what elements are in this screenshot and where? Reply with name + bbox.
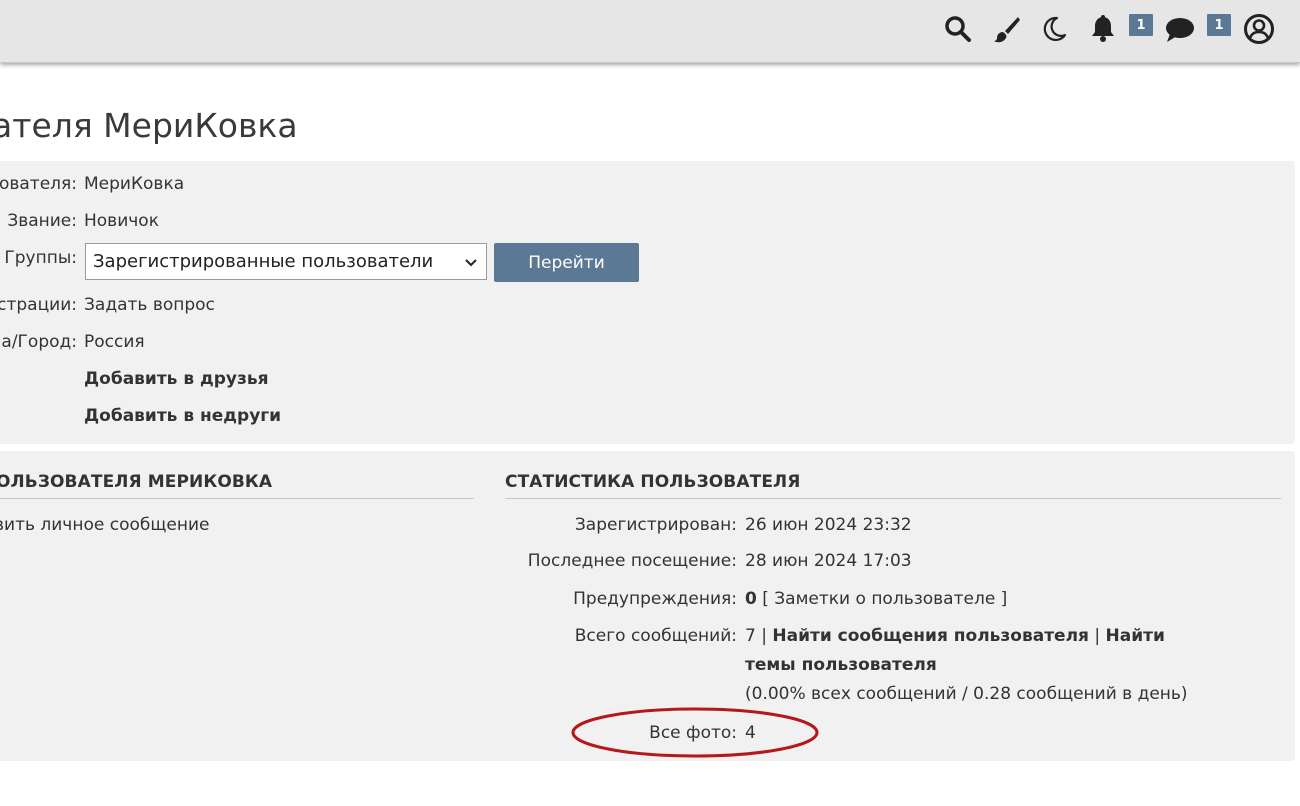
groups-select[interactable]: Зарегистрированные пользователи: [85, 243, 487, 280]
search-icon[interactable]: [942, 13, 974, 45]
brush-icon[interactable]: [990, 13, 1022, 45]
rank-label: Звание:: [7, 211, 77, 231]
groups-select-value: Зарегистрированные пользователи: [93, 251, 434, 272]
find-topics-text[interactable]: темы пользователя: [745, 655, 937, 675]
posts-ratio: (0.00% всех сообщений / 0.28 сообщений в…: [745, 684, 1188, 704]
photos-value[interactable]: 4: [745, 723, 756, 743]
go-button[interactable]: Перейти: [494, 243, 639, 282]
city-value: Россия: [84, 332, 145, 352]
groups-label: Группы:: [4, 248, 77, 268]
add-friend-link[interactable]: Добавить в друзья: [84, 369, 269, 389]
warnings-label: Предупреждения:: [573, 589, 737, 609]
username-value: МериКовка: [84, 174, 185, 194]
posts-row: 7 | Найти сообщения пользователя | Найти: [745, 626, 1165, 646]
stats-section-title: СТАТИСТИКА ПОЛЬЗОВАТЕЛЯ: [505, 472, 801, 492]
warnings-value: 0: [745, 589, 757, 609]
contact-section-title: ОЛЬЗОВАТЕЛЯ МЕРИКОВКА: [0, 472, 273, 492]
registered-label: Зарегистрирован:: [574, 515, 737, 535]
separator: |: [1094, 626, 1101, 646]
photos-label: Все фото:: [649, 723, 737, 743]
rank-value: Новичок: [84, 211, 159, 231]
registration-value: Задать вопрос: [84, 295, 215, 315]
last-visit-label: Последнее посещение:: [527, 551, 737, 571]
registered-value: 26 июн 2024 23:32: [745, 515, 912, 535]
chat-icon[interactable]: [1164, 13, 1196, 45]
stats-divider: [505, 498, 1281, 499]
find-topics-link-continued[interactable]: темы пользователя: [745, 655, 937, 675]
warnings-row: 0 [ Заметки о пользователе ]: [745, 589, 1007, 609]
user-notes-link[interactable]: [ Заметки о пользователе ]: [762, 589, 1007, 609]
find-topics-link[interactable]: Найти: [1106, 626, 1165, 646]
bell-icon[interactable]: [1087, 13, 1119, 45]
registration-label: страции:: [0, 295, 77, 315]
moon-icon[interactable]: [1038, 13, 1070, 45]
city-label: а/Город:: [1, 332, 77, 352]
user-circle-icon[interactable]: [1243, 13, 1275, 45]
send-pm-link[interactable]: вить личное сообщение: [0, 515, 209, 535]
posts-label: Всего сообщений:: [574, 626, 737, 646]
page-title: ателя МериКовка: [0, 106, 298, 145]
messages-badge[interactable]: 1: [1207, 14, 1231, 36]
separator: |: [761, 626, 767, 646]
add-foe-link[interactable]: Добавить в недруги: [84, 406, 281, 426]
find-posts-link[interactable]: Найти сообщения пользователя: [772, 626, 1089, 646]
chevron-down-icon: [464, 254, 478, 275]
contact-divider: [0, 498, 474, 499]
username-label: ователя:: [0, 174, 77, 194]
posts-value: 7: [745, 626, 756, 646]
last-visit-value: 28 июн 2024 17:03: [745, 551, 912, 571]
notifications-badge[interactable]: 1: [1129, 14, 1153, 36]
top-navbar: 1 1: [0, 0, 1300, 63]
